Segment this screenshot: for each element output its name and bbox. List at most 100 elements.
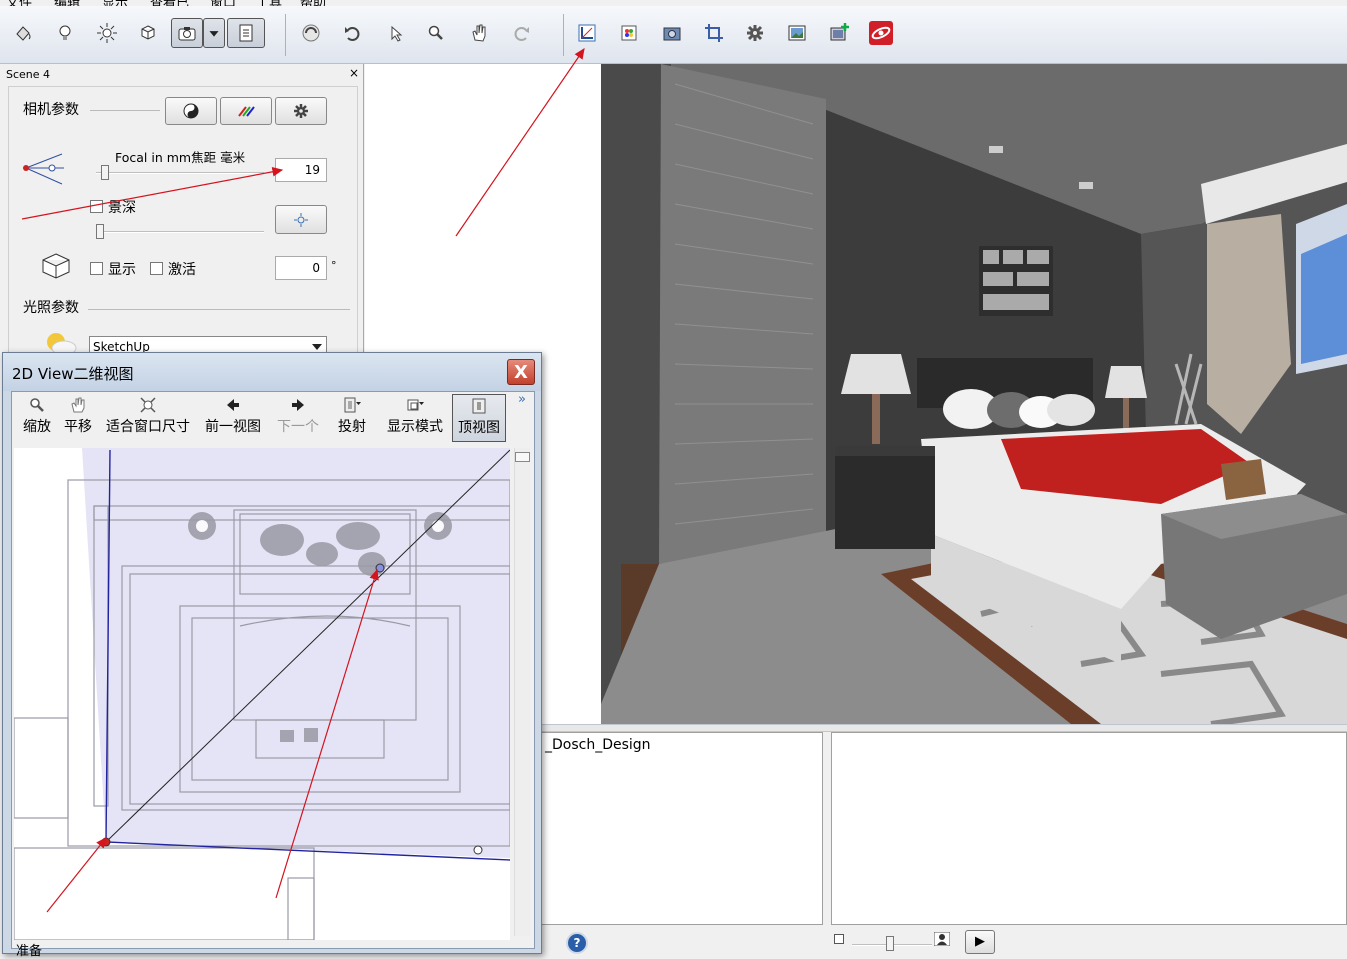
2d-view-dialog: 2D View二维视图 X 缩放 平移 适合窗口尺寸 前一视图 下一个 投射 显… [2,352,542,959]
2d-plan-canvas[interactable] [14,448,510,940]
help-button[interactable]: ? [566,932,588,954]
top-view-button[interactable]: 顶视图 [452,394,506,442]
dialog-status-text: 准备 [16,944,43,959]
pan-tool-button[interactable]: 平移 [58,394,98,442]
focal-length-label: Focal in mm焦距 毫米 [115,150,246,165]
zoom-tool-button[interactable]: 缩放 [16,394,58,442]
display-mode-button[interactable]: 显示模式 [382,394,448,442]
focus-target-button[interactable] [275,205,327,234]
zoom-icon[interactable] [421,18,451,48]
activate-checkbox[interactable] [150,262,163,275]
gear-icon [294,104,308,118]
focal-cone-icon [23,153,64,185]
plan-vertical-scrollbar[interactable] [514,448,530,936]
panel-splitter[interactable] [536,724,1347,732]
previous-view-button[interactable]: 前一视图 [200,394,266,442]
redo-icon[interactable] [506,18,536,48]
lighting-section-title: 光照参数 [23,300,79,316]
material-list-panel: _Dosch_Design [536,732,823,925]
zoom-label: 缩放 [23,419,51,435]
scrollbar-thumb[interactable] [515,452,530,462]
box-icon [42,253,70,279]
projection-icon [344,397,361,413]
settings-gear-icon[interactable] [740,18,770,48]
divider [88,309,350,310]
fit-window-button[interactable]: 适合窗口尺寸 [100,394,196,442]
arrow-right-icon [292,399,304,411]
yin-yang-icon [183,103,199,119]
fit-window-label: 适合窗口尺寸 [106,419,190,435]
dof-slider-thumb[interactable] [96,224,104,239]
pan-label: 平移 [64,419,92,435]
hand-pan-icon[interactable] [464,18,494,48]
add-scene-icon[interactable] [825,18,855,48]
bottom-status-bar: ? ▶ [536,926,1347,954]
dropdown-arrow-icon[interactable] [203,18,225,48]
zoom-icon [30,398,44,412]
focal-slider-track [96,172,264,174]
camera-icon[interactable] [171,18,203,48]
arrow-left-icon [227,399,239,411]
cube-icon[interactable] [133,18,163,48]
panel-splitter-vertical[interactable] [824,732,831,925]
previous-view-label: 前一视图 [205,419,261,435]
camera-mode-button[interactable] [165,97,217,125]
plugin-logo-icon[interactable] [866,18,896,48]
color-lines-icon [238,106,255,117]
light-bulb-icon[interactable] [50,18,80,48]
camera-render-icon[interactable] [657,18,687,48]
hand-pan-icon [71,397,85,413]
camera-settings-button[interactable] [275,97,327,125]
show-checkbox[interactable] [90,262,103,275]
pointer-icon[interactable] [380,18,410,48]
display-mode-label: 显示模式 [387,419,443,435]
scene-panel-close-button[interactable]: × [349,66,359,80]
image-frame-icon[interactable] [782,18,812,48]
dof-slider-track [96,231,264,233]
small-preview-icon [834,934,844,944]
bedroom-render-image [601,64,1347,724]
play-button[interactable]: ▶ [965,930,995,954]
undo-icon[interactable] [338,18,368,48]
degree-symbol: ° [331,259,337,272]
color-lines-button[interactable] [220,97,272,125]
dialog-content: 缩放 平移 适合窗口尺寸 前一视图 下一个 投射 显示模式 顶视图 » 准备 [11,391,535,959]
dialog-close-button[interactable]: X [507,359,535,385]
scene-panel-title: Scene 4 [6,68,51,81]
person-icon [934,932,950,946]
next-view-button[interactable]: 下一个 [272,394,324,442]
render-viewport[interactable] [601,64,1347,724]
top-view-icon [472,398,486,414]
color-palette-icon[interactable] [614,18,644,48]
floor-plan-drawing [14,448,510,940]
dialog-title: 2D View二维视图 [12,365,134,383]
dof-label: 景深 [108,200,136,216]
sun-icon[interactable] [92,18,122,48]
focal-slider-thumb[interactable] [101,165,109,180]
projection-button[interactable]: 投射 [330,394,374,442]
display-mode-icon [407,399,424,411]
dialog-titlebar[interactable]: 2D View二维视图 X [3,353,541,391]
next-view-label: 下一个 [277,419,319,435]
camera-section-title: 相机参数 [23,102,79,118]
main-toolbar [0,6,1347,64]
divider [90,110,160,111]
crop-icon[interactable] [699,18,729,48]
dof-checkbox[interactable] [90,200,103,213]
focal-length-input[interactable]: 19 [275,158,327,182]
angle-input[interactable]: 0 [275,256,327,280]
fit-window-icon [140,397,156,413]
preview-size-slider-thumb[interactable] [886,936,894,951]
projection-label: 投射 [338,419,366,435]
orbit-icon[interactable] [296,18,326,48]
document-icon[interactable] [227,18,265,48]
show-label: 显示 [108,262,136,278]
material-name[interactable]: _Dosch_Design [545,737,651,753]
paint-bucket-icon[interactable] [8,18,38,48]
2d-view-icon[interactable] [572,18,602,48]
toolbar-overflow-button[interactable]: » [518,392,526,407]
top-view-label: 顶视图 [458,420,500,436]
chevron-down-icon [312,344,322,350]
activate-label: 激活 [168,262,196,278]
material-preview-panel [831,732,1347,925]
